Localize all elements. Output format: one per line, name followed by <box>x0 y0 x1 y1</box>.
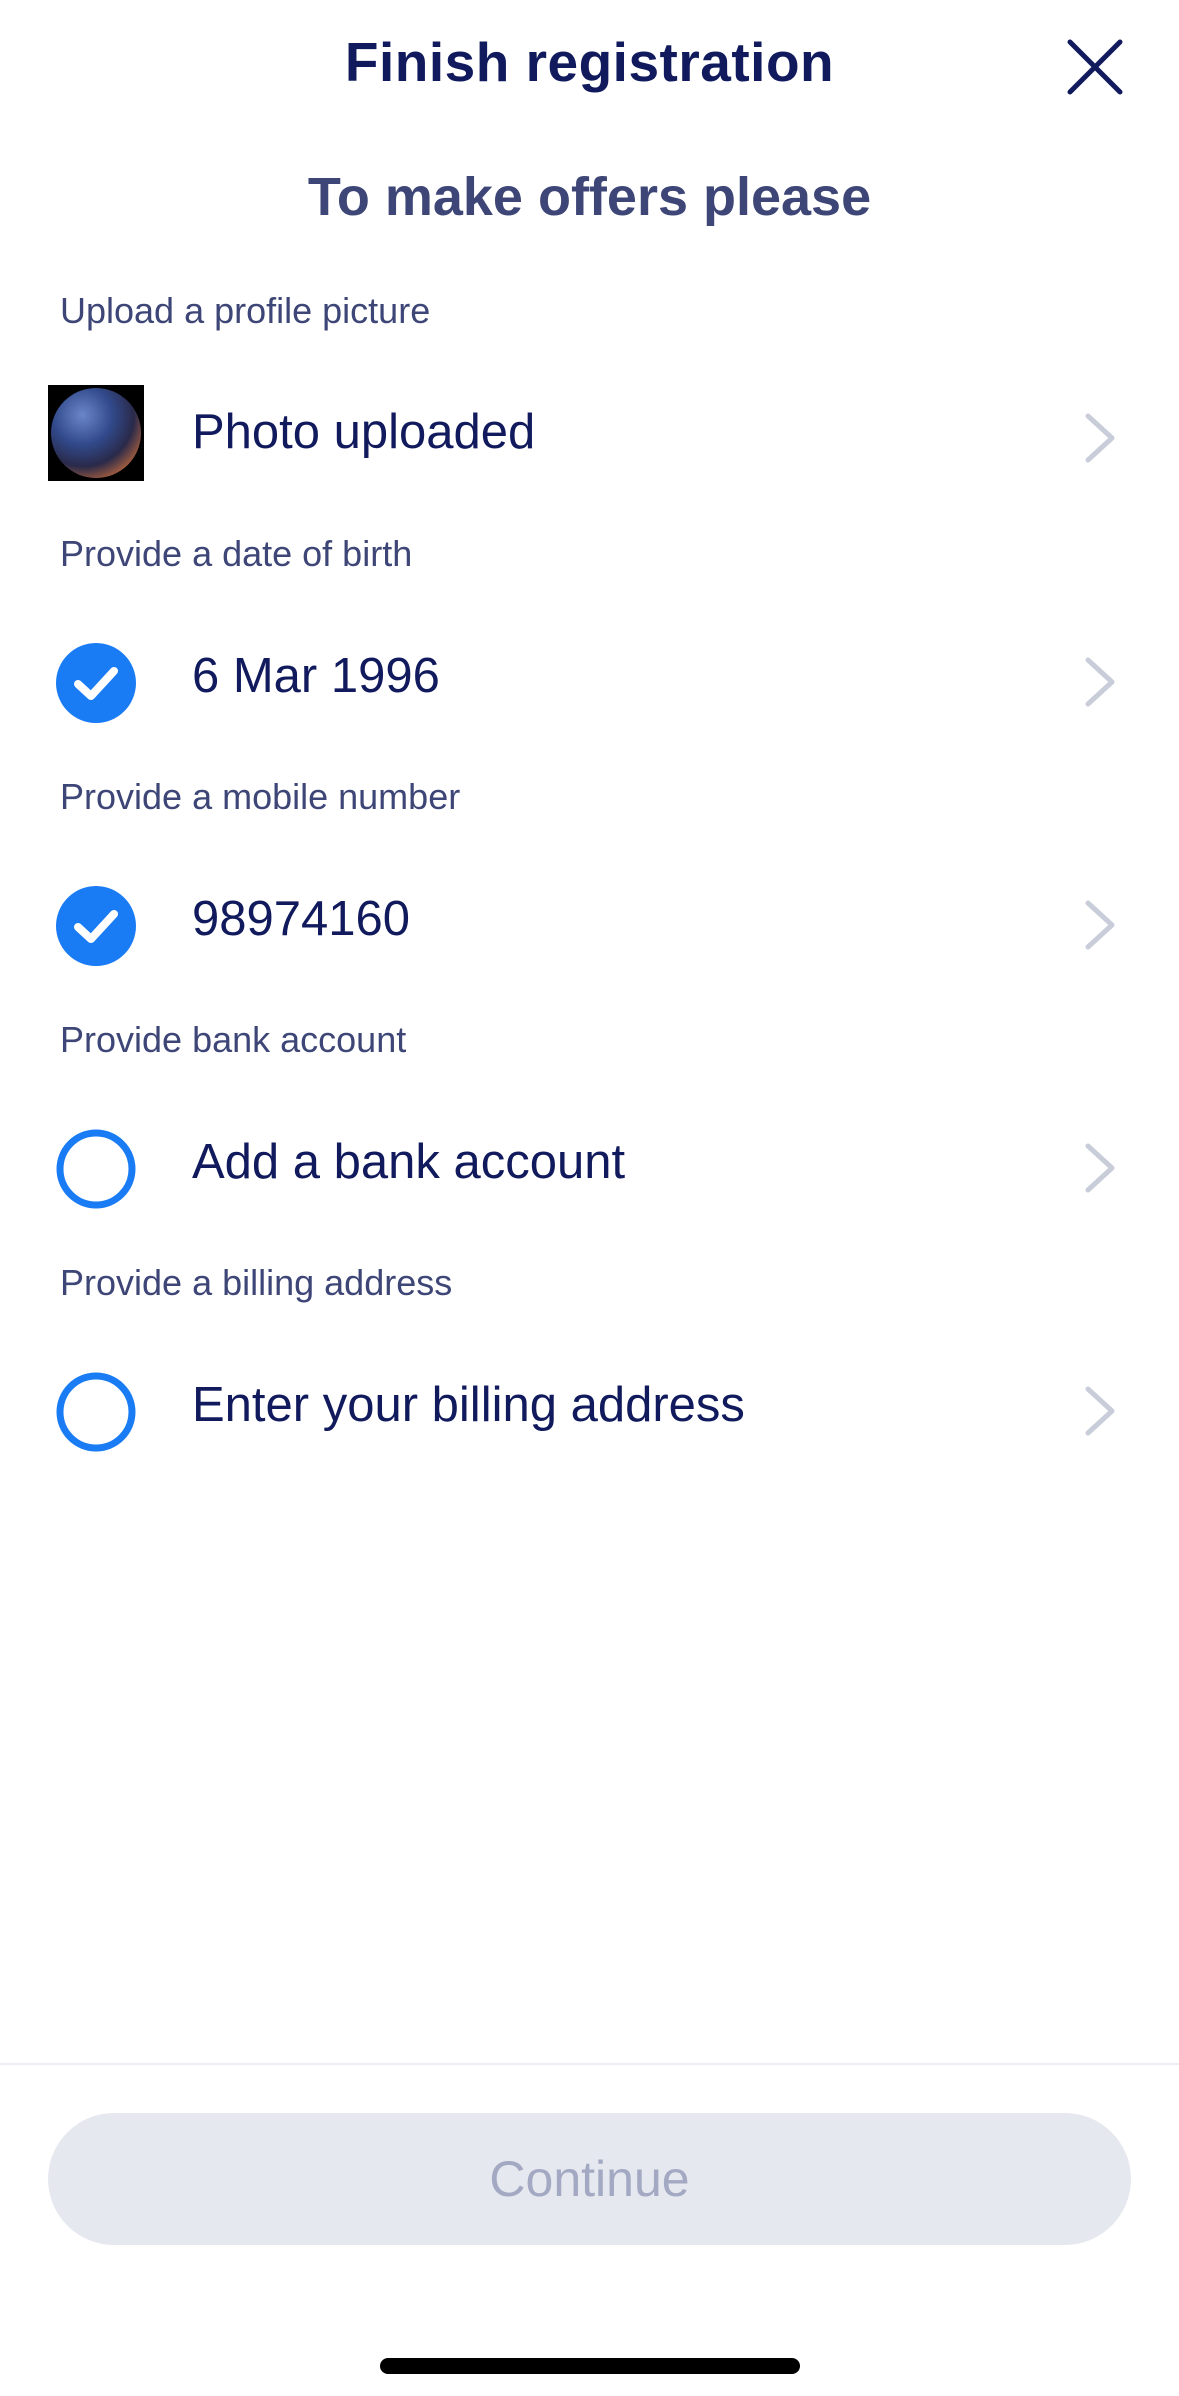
header: Finish registration <box>0 0 1179 130</box>
empty-circle-icon <box>48 1364 144 1460</box>
row-value-bank-account: Add a bank account <box>192 1135 626 1189</box>
empty-circle-icon <box>48 1121 144 1217</box>
section-label-profile-picture: Upload a profile picture <box>60 290 431 331</box>
row-profile-picture[interactable]: Photo uploaded <box>0 366 1179 496</box>
chevron-right-icon <box>1080 652 1120 712</box>
profile-photo-thumbnail <box>48 385 144 481</box>
row-value-date-of-birth: 6 Mar 1996 <box>192 649 440 703</box>
section-label-date-of-birth: Provide a date of birth <box>60 533 413 574</box>
chevron-right-icon <box>1080 1138 1120 1198</box>
row-date-of-birth[interactable]: 6 Mar 1996 <box>0 610 1179 740</box>
continue-button[interactable]: Continue <box>48 2113 1131 2245</box>
chevron-right-icon <box>1080 1381 1120 1441</box>
home-indicator <box>380 2358 800 2374</box>
row-value-billing-address: Enter your billing address <box>192 1378 745 1432</box>
row-value-mobile-number: 98974160 <box>192 892 411 946</box>
page-title: Finish registration <box>344 31 835 93</box>
row-billing-address[interactable]: Enter your billing address <box>0 1339 1179 1469</box>
row-value-profile-picture: Photo uploaded <box>192 405 536 459</box>
section-label-billing-address: Provide a billing address <box>60 1262 453 1303</box>
chevron-right-icon <box>1080 408 1120 468</box>
section-label-bank-account: Provide bank account <box>60 1019 407 1060</box>
check-circle-icon <box>48 635 144 731</box>
subtitle: To make offers please <box>307 167 872 227</box>
close-button[interactable] <box>1060 32 1130 102</box>
row-bank-account[interactable]: Add a bank account <box>0 1096 1179 1226</box>
row-mobile-number[interactable]: 98974160 <box>0 853 1179 983</box>
close-icon <box>1067 39 1123 95</box>
footer-divider <box>0 2063 1179 2065</box>
check-circle-icon <box>48 878 144 974</box>
chevron-right-icon <box>1080 895 1120 955</box>
section-label-mobile-number: Provide a mobile number <box>60 776 461 817</box>
